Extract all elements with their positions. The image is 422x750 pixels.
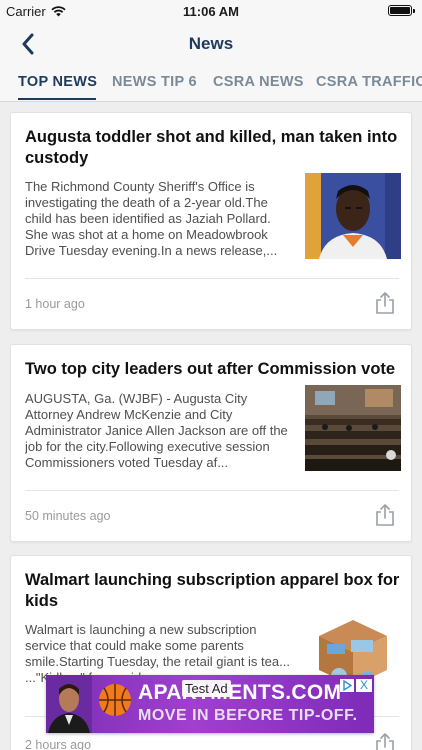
adchoices-icon[interactable]: [340, 679, 354, 692]
article-headline[interactable]: Walmart launching subscription apparel b…: [25, 570, 403, 612]
test-ad-label: Test Ad: [182, 680, 231, 697]
news-feed[interactable]: Augusta toddler shot and killed, man tak…: [0, 103, 422, 750]
article-headline[interactable]: Two top city leaders out after Commissio…: [25, 359, 403, 380]
category-tabs: TOP NEWS NEWS TIP 6 CSRA NEWS CSRA TRAFF…: [0, 66, 422, 102]
share-button[interactable]: [375, 291, 395, 315]
navigation-bar: News: [0, 22, 422, 66]
adchoices-triangle-icon: [343, 679, 353, 692]
ad-person-image-icon: [46, 675, 92, 733]
tab-news-tip-6[interactable]: NEWS TIP 6: [112, 74, 197, 90]
ad-banner[interactable]: APARTMENTS.COM MOVE IN BEFORE TIP-OFF. T…: [46, 675, 374, 733]
share-button[interactable]: [375, 503, 395, 527]
article-timestamp: 2 hours ago: [25, 738, 92, 750]
basketball-icon: [99, 684, 131, 716]
battery-icon: [388, 5, 415, 16]
ad-tagline: MOVE IN BEFORE TIP-OFF.: [138, 707, 358, 724]
article-timestamp: 50 minutes ago: [25, 509, 111, 523]
status-bar: Carrier 11:06 AM: [0, 0, 422, 22]
article-card[interactable]: Two top city leaders out after Commissio…: [10, 344, 412, 542]
tab-csra-news[interactable]: CSRA NEWS: [213, 74, 304, 90]
article-thumbnail[interactable]: [305, 173, 401, 259]
article-summary: The Richmond County Sheriff's Office is …: [25, 179, 278, 258]
commission-chamber-photo-icon: [305, 385, 401, 471]
active-tab-indicator: [18, 98, 96, 100]
article-thumbnail[interactable]: [305, 385, 401, 471]
tab-top-news[interactable]: TOP NEWS: [18, 74, 97, 90]
article-card[interactable]: Augusta toddler shot and killed, man tak…: [10, 112, 412, 330]
article-timestamp: 1 hour ago: [25, 297, 85, 311]
mugshot-photo-icon: [305, 173, 401, 259]
card-divider: [25, 490, 399, 491]
ad-close-button[interactable]: X: [356, 679, 372, 692]
share-icon: [376, 504, 394, 526]
share-icon: [376, 292, 394, 314]
article-headline[interactable]: Augusta toddler shot and killed, man tak…: [25, 127, 403, 169]
card-divider: [25, 278, 399, 279]
share-icon: [376, 733, 394, 750]
clock: 11:06 AM: [183, 4, 239, 19]
article-summary: AUGUSTA, Ga. (WJBF) - Augusta City Attor…: [25, 391, 288, 470]
share-button[interactable]: [375, 732, 395, 750]
ad-headline: APARTMENTS.COM: [138, 681, 342, 704]
tab-csra-traffic[interactable]: CSRA TRAFFIC: [316, 74, 422, 90]
page-title: News: [188, 34, 234, 53]
